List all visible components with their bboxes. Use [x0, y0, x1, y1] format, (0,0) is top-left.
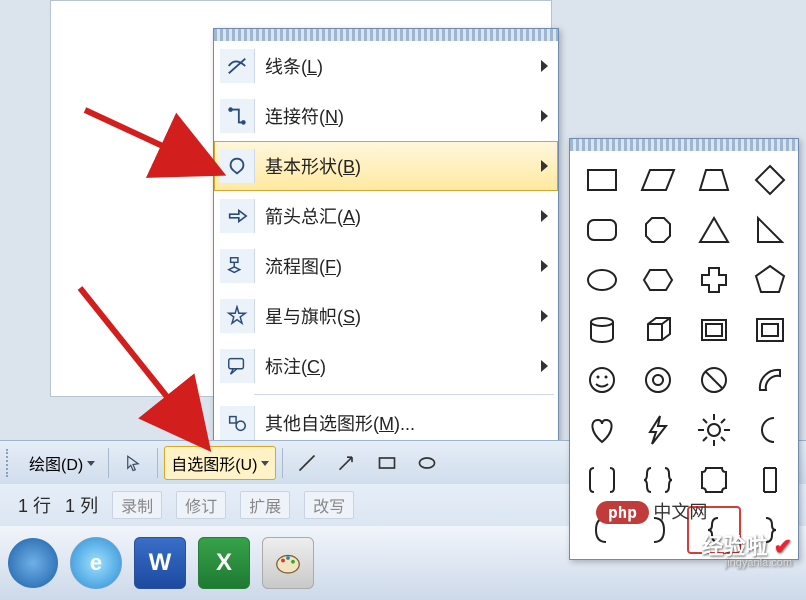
status-cell-overwrite[interactable]: 改写	[304, 491, 354, 519]
shape-arc-quarter[interactable]	[744, 357, 796, 403]
palette-drag-handle[interactable]	[570, 139, 798, 151]
status-row: 1 行	[18, 492, 51, 518]
menu-item-basic-shapes[interactable]: 基本形状(B)	[214, 141, 558, 191]
menu-item-label: 标注(C)	[265, 353, 531, 379]
excel-icon[interactable]: X	[198, 537, 250, 589]
shape-plaque[interactable]	[688, 457, 740, 503]
status-cell-record[interactable]: 录制	[112, 491, 162, 519]
arrow-icon	[336, 452, 358, 474]
menu-item-label: 星与旗帜(S)	[265, 303, 531, 329]
oval-tool-button[interactable]	[409, 447, 445, 479]
shape-double-bracket[interactable]	[576, 457, 628, 503]
shape-triangle[interactable]	[688, 207, 740, 253]
shape-heart[interactable]	[576, 407, 628, 453]
basic-shapes-icon	[220, 149, 255, 183]
draw-menu-button[interactable]: 绘图(D)	[22, 446, 102, 480]
shape-ellipse[interactable]	[576, 257, 628, 303]
shape-bracket[interactable]	[744, 457, 796, 503]
shape-double-brace[interactable]	[632, 457, 684, 503]
menu-item-flowchart[interactable]: 流程图(F)	[214, 241, 558, 291]
menu-item-label: 线条(L)	[265, 53, 531, 79]
submenu-arrow-icon	[541, 110, 548, 122]
connectors-icon	[220, 99, 255, 133]
autoshapes-menu: 线条(L) 连接符(N) 基本形状(B) 箭头总汇(A)	[213, 28, 559, 449]
line-icon	[296, 452, 318, 474]
submenu-arrow-icon	[541, 310, 548, 322]
submenu-arrow-icon	[541, 160, 548, 172]
shape-smiley[interactable]	[576, 357, 628, 403]
word-icon[interactable]: W	[134, 537, 186, 589]
shape-bevel[interactable]	[688, 307, 740, 353]
rectangle-icon	[376, 452, 398, 474]
draw-menu-label: 绘图(D)	[29, 451, 83, 475]
menu-item-lines[interactable]: 线条(L)	[214, 41, 558, 91]
lines-icon	[220, 49, 255, 83]
flowchart-icon	[220, 249, 255, 283]
rectangle-tool-button[interactable]	[369, 447, 405, 479]
shape-octagon[interactable]	[632, 207, 684, 253]
shape-no-symbol[interactable]	[688, 357, 740, 403]
submenu-arrow-icon	[541, 60, 548, 72]
shape-frame[interactable]	[744, 307, 796, 353]
shape-sun[interactable]	[688, 407, 740, 453]
status-cell-extend[interactable]: 扩展	[240, 491, 290, 519]
toolbar-separator	[157, 448, 158, 478]
shape-lightning[interactable]	[632, 407, 684, 453]
arrow-tool-button[interactable]	[329, 447, 365, 479]
shape-round-rect[interactable]	[576, 207, 628, 253]
callouts-icon	[220, 349, 255, 383]
jingyanla-watermark: 经验啦 ✔ jingyanla.com	[701, 535, 792, 570]
shape-parallelogram[interactable]	[632, 157, 684, 203]
shape-plus[interactable]	[688, 257, 740, 303]
status-cell-revise[interactable]: 修订	[176, 491, 226, 519]
stars-icon	[220, 299, 255, 333]
shape-hexagon[interactable]	[632, 257, 684, 303]
line-tool-button[interactable]	[289, 447, 325, 479]
dropdown-icon	[87, 461, 95, 466]
menu-drag-handle[interactable]	[214, 29, 558, 41]
menu-item-label: 基本形状(B)	[265, 153, 531, 179]
pointer-tool-button[interactable]	[115, 447, 151, 479]
menu-item-connectors[interactable]: 连接符(N)	[214, 91, 558, 141]
toolbar-separator	[108, 448, 109, 478]
submenu-arrow-icon	[541, 210, 548, 222]
ie-icon[interactable]: e	[70, 537, 122, 589]
shape-donut[interactable]	[632, 357, 684, 403]
shape-pentagon[interactable]	[744, 257, 796, 303]
shape-moon[interactable]	[744, 407, 796, 453]
shape-rectangle[interactable]	[576, 157, 628, 203]
paint-icon[interactable]	[262, 537, 314, 589]
shape-trapezoid[interactable]	[688, 157, 740, 203]
menu-item-callouts[interactable]: 标注(C)	[214, 341, 558, 391]
submenu-arrow-icon	[541, 260, 548, 272]
shape-right-triangle[interactable]	[744, 207, 796, 253]
autoshapes-label: 自选图形(U)	[171, 451, 257, 475]
toolbar-separator	[282, 448, 283, 478]
shape-diamond[interactable]	[744, 157, 796, 203]
shape-cylinder[interactable]	[576, 307, 628, 353]
menu-separator	[254, 394, 554, 395]
more-shapes-icon	[220, 406, 255, 440]
basic-shapes-palette	[569, 138, 799, 560]
menu-item-label: 流程图(F)	[265, 253, 531, 279]
submenu-arrow-icon	[541, 360, 548, 372]
menu-item-label: 连接符(N)	[265, 103, 531, 129]
menu-item-label: 箭头总汇(A)	[265, 203, 531, 229]
php-watermark: php 中文网	[596, 498, 707, 524]
toolbar-grip[interactable]	[6, 449, 14, 477]
menu-item-block-arrows[interactable]: 箭头总汇(A)	[214, 191, 558, 241]
dropdown-icon	[261, 461, 269, 466]
autoshapes-menu-button[interactable]: 自选图形(U)	[164, 446, 276, 480]
shape-cube[interactable]	[632, 307, 684, 353]
start-orb[interactable]	[8, 538, 58, 588]
oval-icon	[416, 452, 438, 474]
block-arrows-icon	[220, 199, 255, 233]
menu-item-label: 其他自选图形(M)...	[265, 410, 548, 436]
status-col: 1 列	[65, 492, 98, 518]
pointer-icon	[122, 452, 144, 474]
menu-item-stars[interactable]: 星与旗帜(S)	[214, 291, 558, 341]
